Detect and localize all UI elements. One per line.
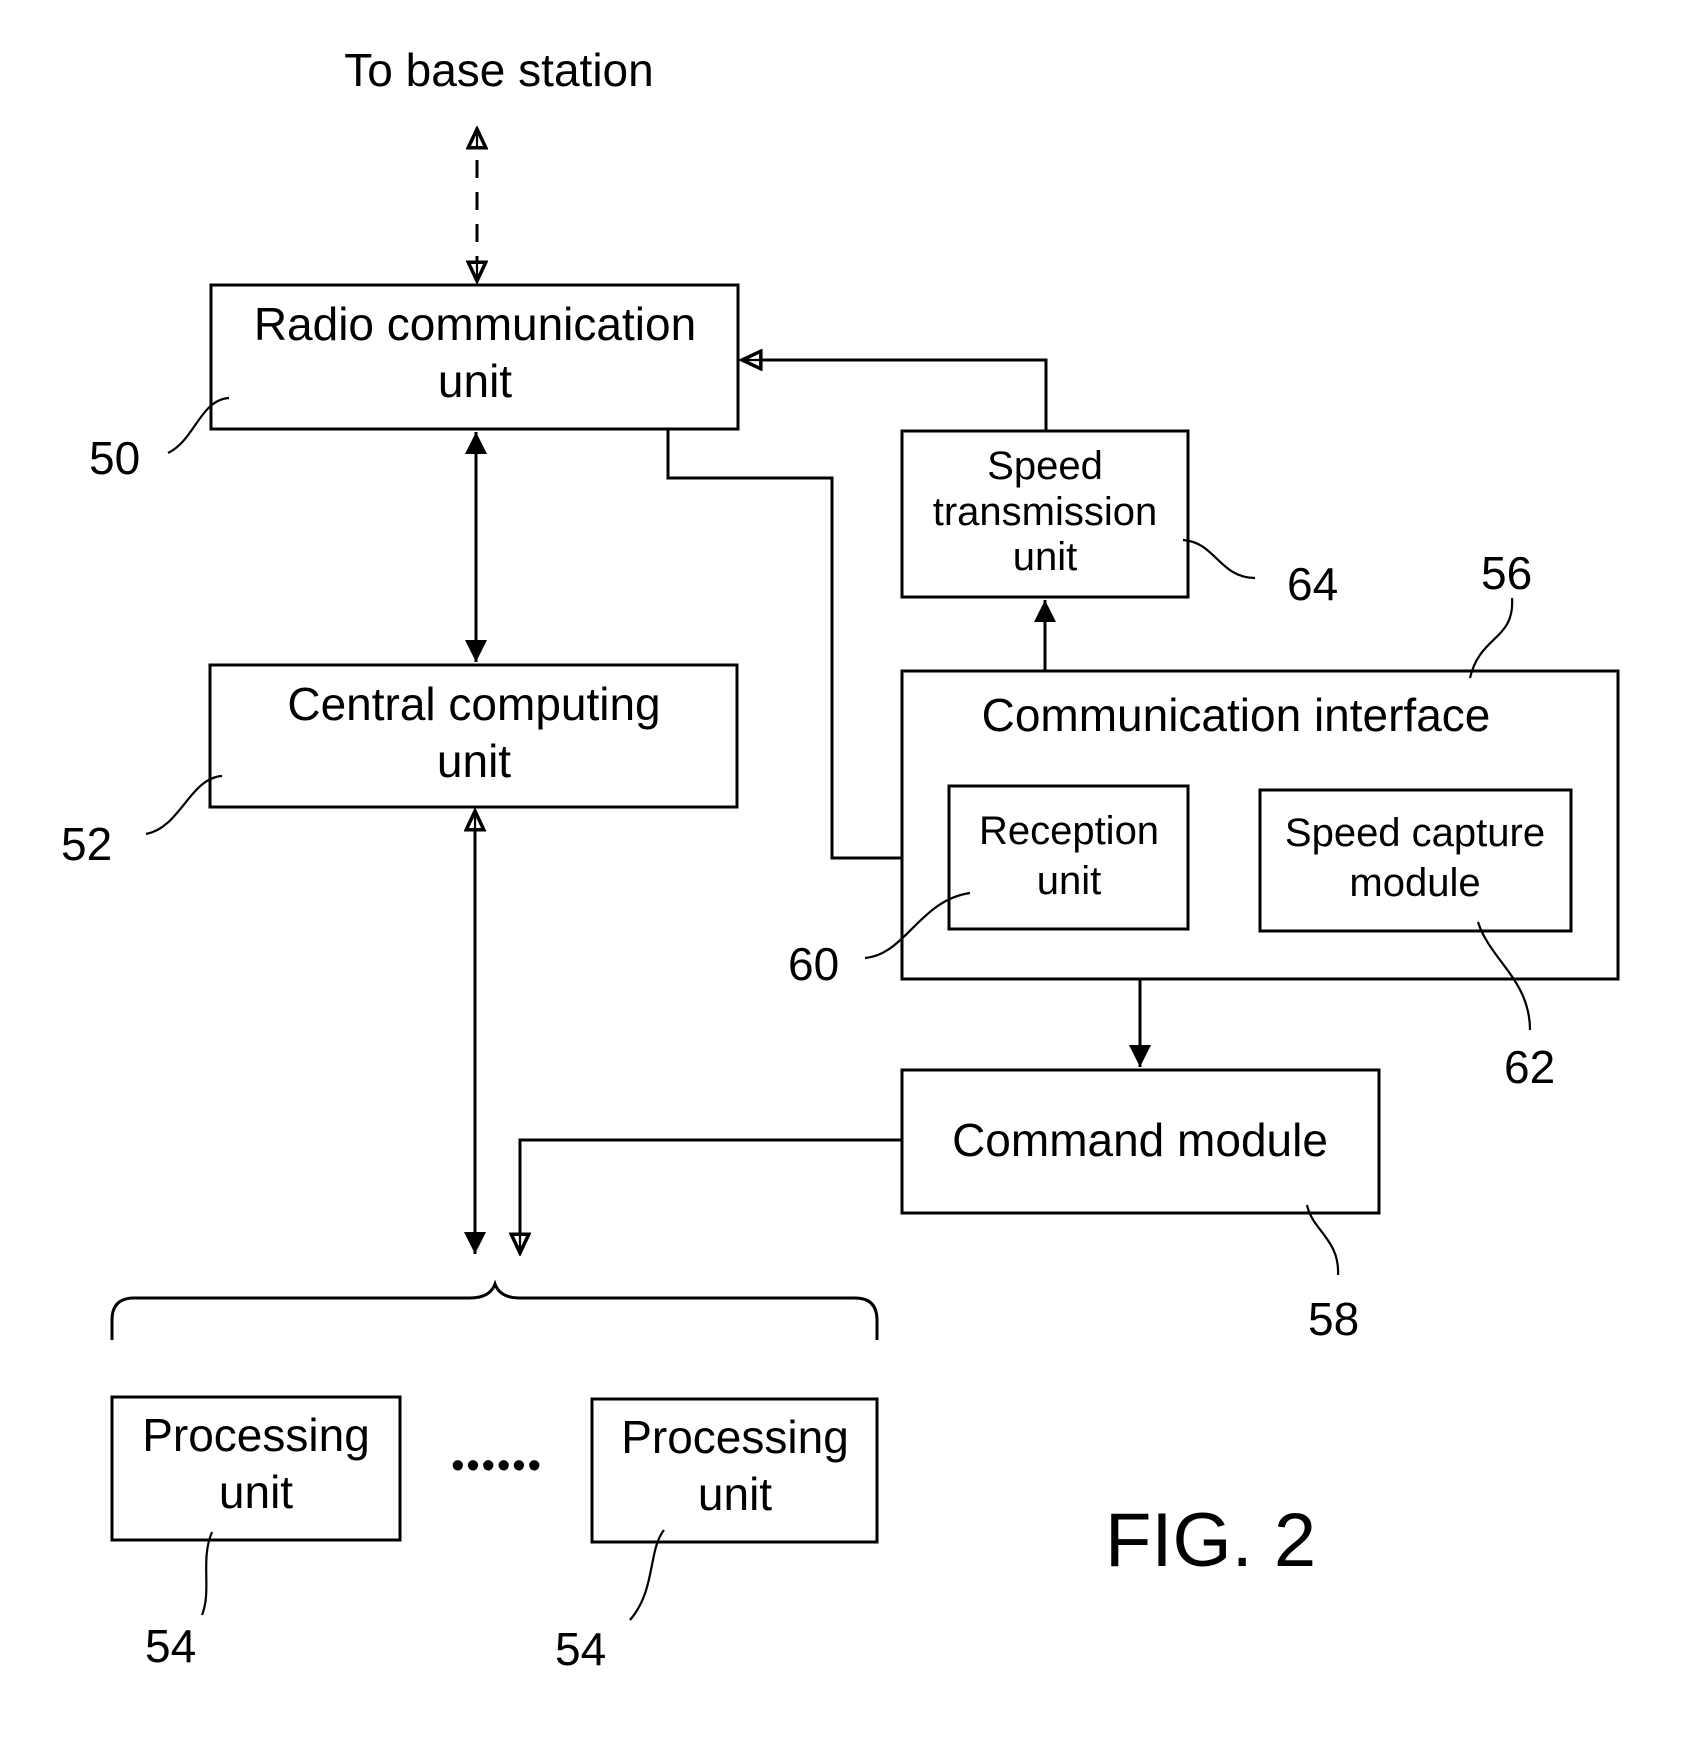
ref-number-64: 64 [1287, 558, 1338, 610]
base-station-label: To base station [344, 44, 653, 96]
radio-unit-label-line1: Radio communication [254, 298, 696, 350]
speed-capture-line1: Speed capture [1285, 811, 1545, 855]
speed-transmission-line3: unit [1013, 535, 1078, 579]
figure-caption: FIG. 2 [1105, 1498, 1316, 1583]
ref-leader-54a [200, 1531, 214, 1616]
processing-unit-a-line1: Processing [142, 1409, 370, 1461]
ref-number-62: 62 [1504, 1041, 1555, 1093]
block-diagram: To base station Radio communication unit… [61, 44, 1620, 1675]
ref-number-50: 50 [89, 432, 140, 484]
command-processing-arrow [520, 1138, 902, 1254]
central-unit-label-line2: unit [437, 735, 511, 787]
radio-communication-unit-block: Radio communication unit [209, 283, 740, 431]
speed-transmission-unit-block: Speed transmission unit [900, 429, 1190, 599]
ref-number-54a: 54 [145, 1620, 196, 1672]
processing-unit-b-line1: Processing [621, 1411, 849, 1463]
speed-capture-module-block: Speed capture module [1258, 788, 1573, 933]
speed-transmission-line1: Speed [987, 444, 1103, 488]
ref-number-58: 58 [1308, 1293, 1359, 1345]
reception-unit-block: Reception unit [947, 784, 1190, 931]
processing-unit-block-a: Processing unit [110, 1395, 402, 1542]
ref-number-56: 56 [1481, 547, 1532, 599]
reception-unit-line1: Reception [979, 809, 1159, 853]
command-module-block: Command module [900, 1068, 1381, 1215]
ref-leader-56 [1468, 597, 1514, 679]
command-module-label: Command module [952, 1114, 1328, 1166]
central-unit-label-line1: Central computing [287, 678, 660, 730]
speed-transmission-line2: transmission [933, 490, 1158, 534]
processing-unit-b-line2: unit [698, 1468, 772, 1520]
ref-leader-64 [1182, 538, 1256, 580]
processing-unit-a-line2: unit [219, 1466, 293, 1518]
processing-units-brace [110, 1279, 879, 1340]
communication-interface-title: Communication interface [982, 689, 1491, 741]
speed-to-radio-arrow [741, 360, 1048, 431]
ref-number-52: 52 [61, 818, 112, 870]
speed-capture-line2: module [1349, 861, 1480, 905]
central-computing-unit-block: Central computing unit [208, 663, 739, 809]
ellipsis-dots: •••••• [451, 1445, 543, 1487]
radio-unit-label-line2: unit [438, 355, 512, 407]
processing-unit-block-b: Processing unit [590, 1397, 879, 1544]
ref-leader-58 [1305, 1204, 1340, 1276]
ref-number-60: 60 [788, 938, 839, 990]
reception-unit-line2: unit [1037, 859, 1102, 903]
ref-number-54b: 54 [555, 1623, 606, 1675]
